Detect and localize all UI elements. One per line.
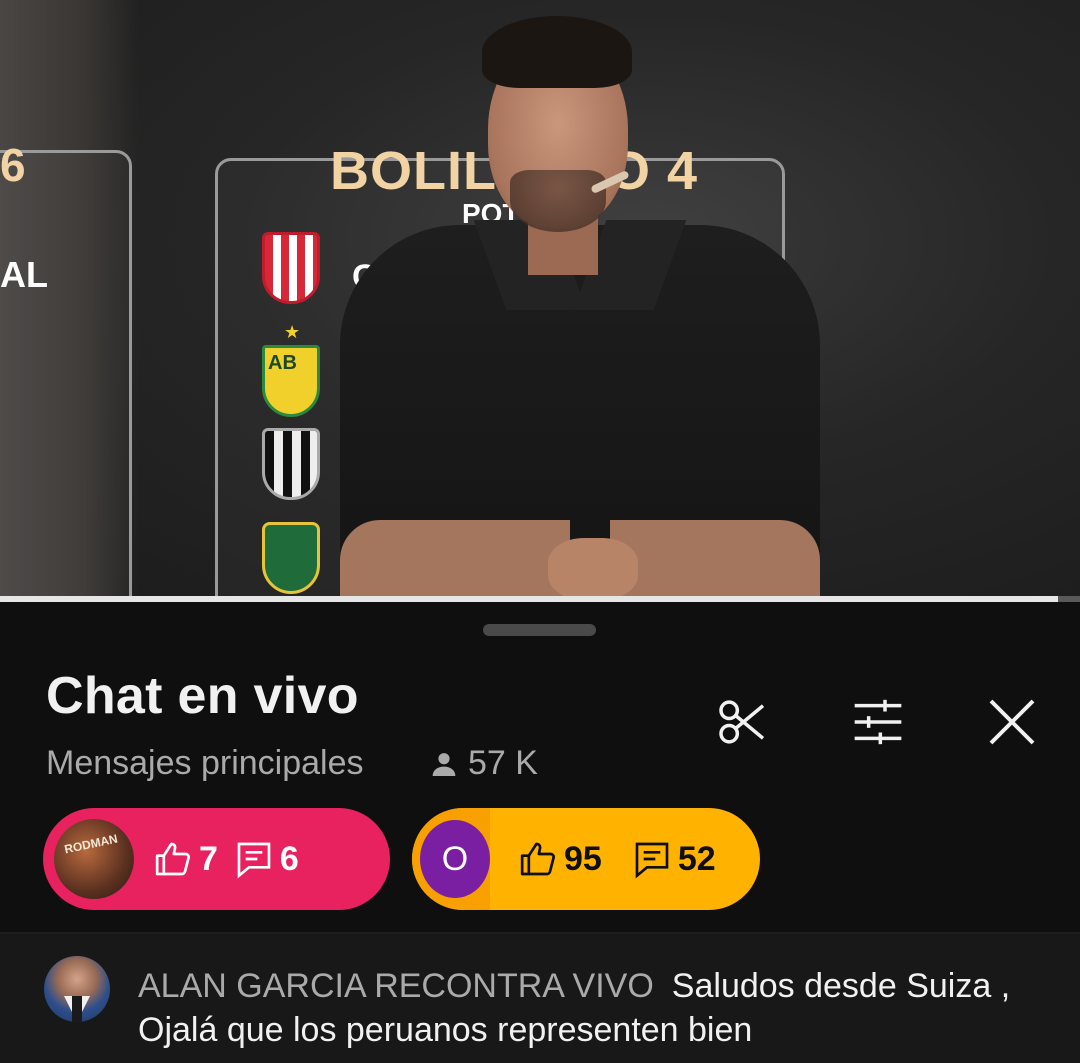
like-count: 95	[518, 839, 602, 879]
pill-avatar: RODMAN	[43, 808, 137, 910]
chat-settings-button[interactable]	[848, 692, 908, 752]
like-count-label: 7	[199, 839, 218, 878]
reply-count-label: 52	[677, 839, 716, 878]
drag-handle[interactable]	[483, 624, 596, 636]
close-icon	[989, 699, 1035, 745]
live-chat-panel: Chat en vivo Mensajes principales 57 K R…	[0, 602, 1080, 1063]
pinned-comment-pill[interactable]: RODMAN 7 6	[43, 808, 390, 910]
reply-count-label: 6	[279, 839, 299, 878]
message-body: ALAN GARCIA RECONTRA VIVO Saludos desde S…	[138, 964, 1038, 1052]
chat-message[interactable]: ALAN GARCIA RECONTRA VIVO Saludos desde S…	[0, 934, 1080, 1063]
like-count-label: 95	[564, 839, 602, 878]
thumbs-up-icon	[520, 842, 555, 876]
scissors-icon	[719, 700, 765, 744]
reply-count: 52	[632, 839, 716, 879]
like-count: 7	[153, 839, 218, 879]
close-button[interactable]	[982, 692, 1042, 752]
filter-sliders-icon	[854, 699, 902, 745]
viewer-count: 57 K	[428, 744, 538, 783]
user-avatar-letter: O	[420, 820, 490, 898]
comment-icon	[635, 842, 669, 879]
presenter	[0, 0, 1080, 600]
clip-button[interactable]	[712, 692, 772, 752]
avatar-lettering: RODMAN	[63, 831, 119, 857]
chat-title: Chat en vivo	[46, 667, 359, 725]
pill-avatar: O	[412, 808, 490, 910]
viewer-count-label: 57 K	[468, 744, 538, 782]
chat-mode-selector[interactable]: Mensajes principales	[46, 744, 364, 783]
user-avatar: RODMAN	[54, 819, 134, 899]
person-icon	[432, 752, 456, 776]
pinned-comment-pill[interactable]: O 95 52	[412, 808, 760, 910]
reply-count: 6	[234, 839, 299, 879]
author-avatar[interactable]	[44, 956, 110, 1022]
message-author[interactable]: ALAN GARCIA RECONTRA VIVO	[138, 967, 654, 1005]
video-player[interactable]: 6 AL BOLILLERO 4 POT CAR ★ AB	[0, 0, 1080, 600]
thumbs-up-icon	[155, 842, 190, 876]
comment-icon	[237, 842, 271, 879]
